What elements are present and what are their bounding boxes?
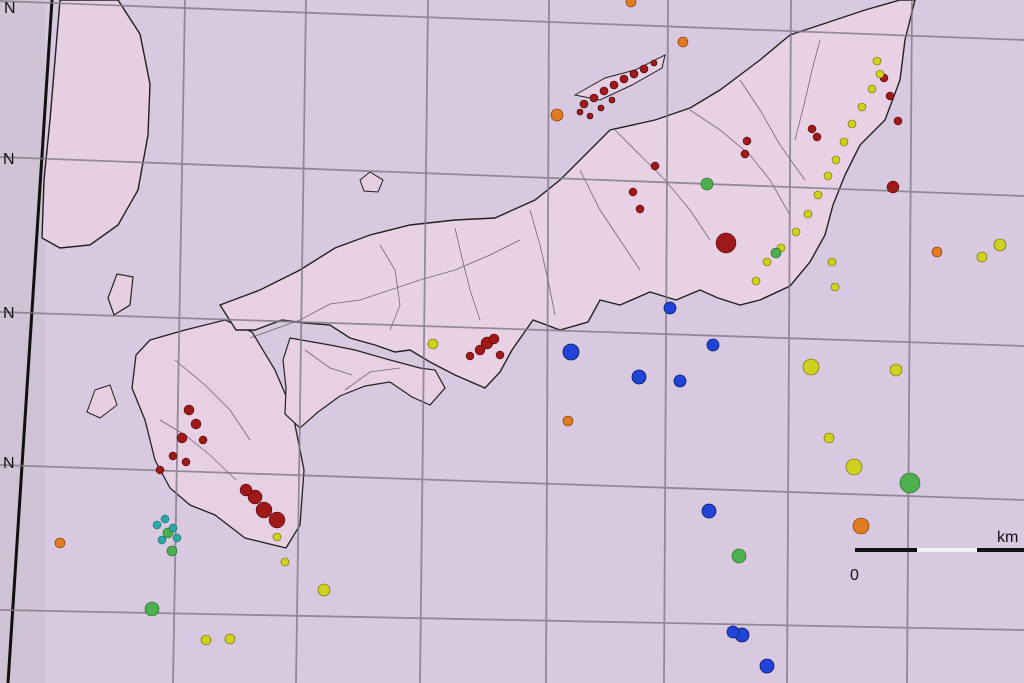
lat-label-upper-middle: N (3, 151, 15, 168)
scale-bar-segment-black-2 (977, 548, 1024, 552)
left-margin (0, 0, 45, 683)
lat-label-top: N (4, 0, 16, 17)
scale-bar-segment-black (857, 548, 917, 552)
seismicity-map: N N N N 0 km (0, 0, 1024, 683)
lat-label-lower-middle: N (3, 305, 15, 322)
scale-start-label: 0 (850, 567, 859, 584)
scale-unit-label: km (997, 529, 1018, 546)
lat-label-bottom: N (3, 455, 15, 472)
scale-bar-segment-white (917, 548, 977, 552)
